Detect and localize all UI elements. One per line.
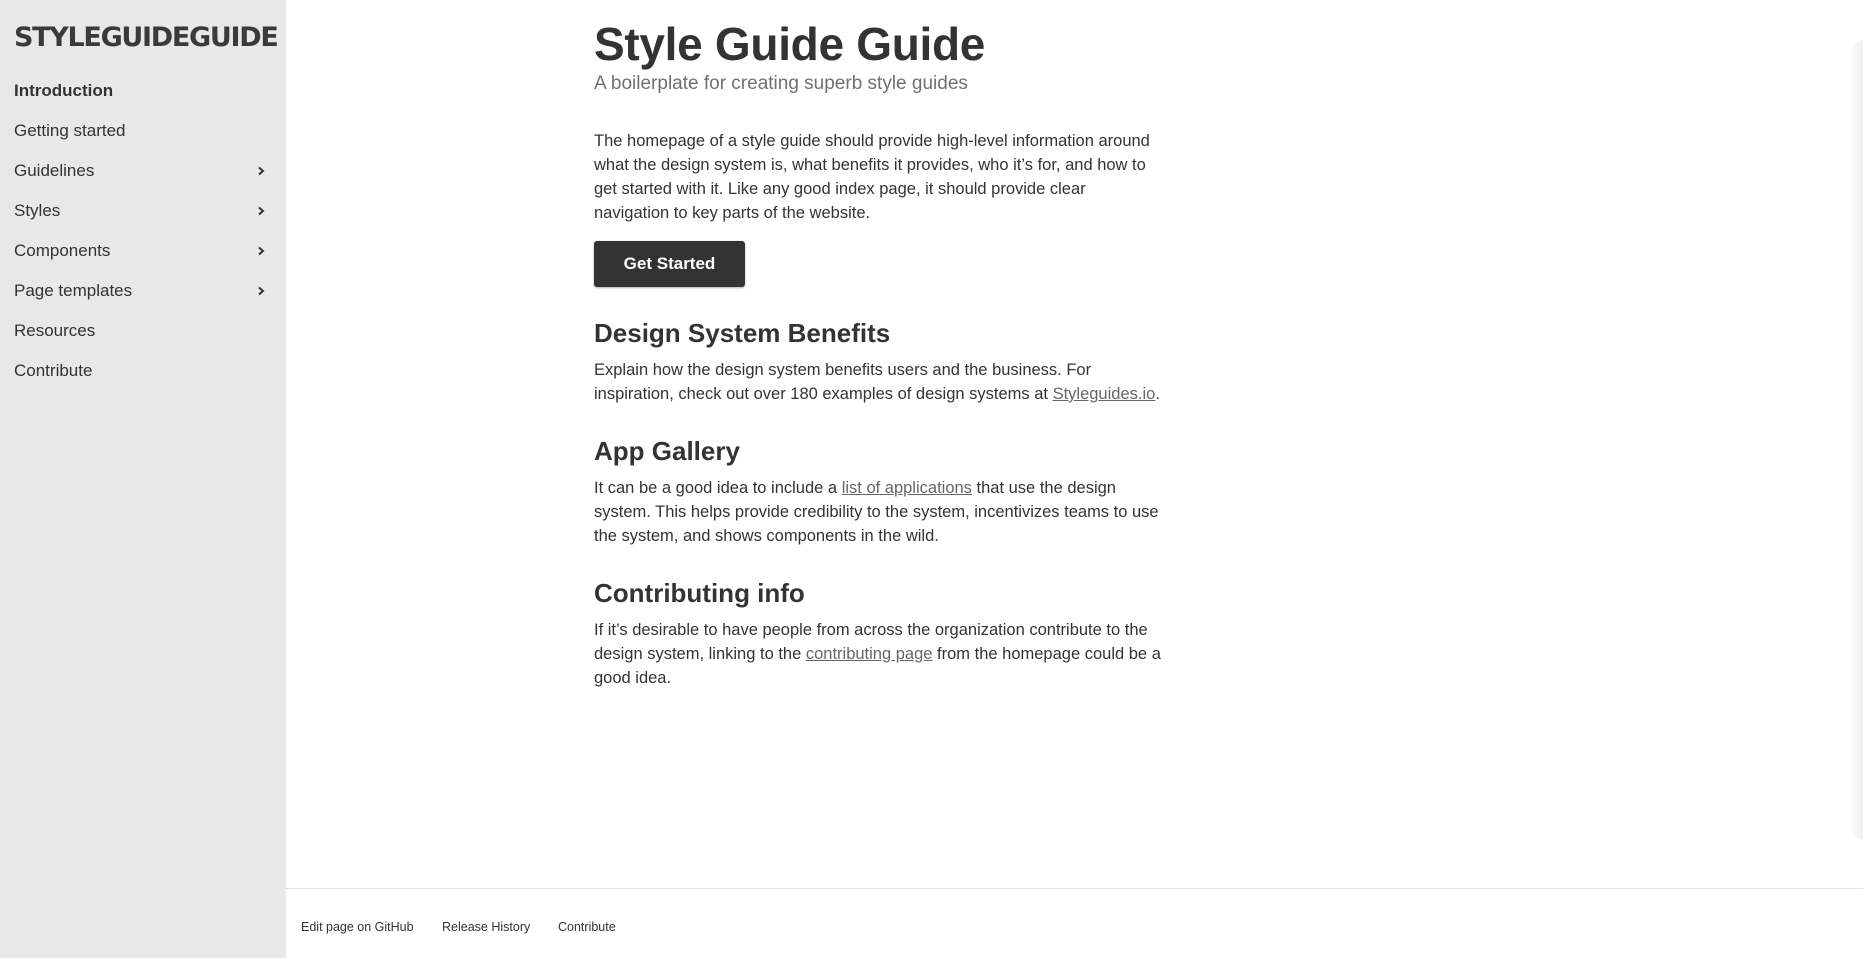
chevron-right-icon[interactable] (256, 286, 266, 296)
sidebar-item-label: Resources (14, 321, 96, 340)
footer-edit-on-github-link[interactable]: Edit page on GitHub (301, 920, 414, 934)
contributing-paragraph: If it’s desirable to have people from ac… (594, 618, 1164, 690)
sidebar-item-page-templates[interactable]: Page templates (0, 271, 286, 311)
footer-release-history-link[interactable]: Release History (442, 920, 530, 934)
app-gallery-heading: App Gallery (594, 436, 740, 466)
gallery-text: It can be a good idea to include a (594, 479, 842, 497)
sidebar-item-getting-started[interactable]: Getting started (0, 111, 286, 151)
app: STYLEGUIDEGUIDE Introduction Getting sta… (0, 0, 1863, 958)
sidebar-item-label: Styles (14, 201, 61, 220)
styleguides-link[interactable]: Styleguides.io (1053, 385, 1156, 403)
sidebar-item-styles[interactable]: Styles (0, 191, 286, 231)
sidebar-item-components[interactable]: Components (0, 231, 286, 271)
footer: Edit page on GitHub Release History Cont… (286, 888, 1863, 958)
chevron-right-icon[interactable] (256, 206, 266, 216)
chevron-right-icon[interactable] (256, 246, 266, 256)
sidebar-item-label: Guidelines (14, 161, 95, 180)
page-subtitle: A boilerplate for creating superb style … (594, 73, 968, 94)
benefits-text: Explain how the design system benefits u… (594, 361, 1092, 403)
sidebar-item-resources[interactable]: Resources (0, 311, 286, 351)
app-gallery-paragraph: It can be a good idea to include a list … (594, 476, 1164, 548)
chevron-right-icon[interactable] (256, 166, 266, 176)
get-started-button[interactable]: Get Started (594, 241, 745, 287)
benefits-paragraph: Explain how the design system benefits u… (594, 358, 1164, 406)
benefits-text-end: . (1155, 385, 1160, 403)
sidebar-item-label: Introduction (14, 81, 114, 100)
contributing-heading: Contributing info (594, 578, 805, 608)
sidebar: STYLEGUIDEGUIDE Introduction Getting sta… (0, 0, 286, 958)
contributing-page-link[interactable]: contributing page (806, 645, 933, 663)
sidebar-nav: Introduction Getting started Guidelines … (0, 71, 286, 391)
sidebar-item-guidelines[interactable]: Guidelines (0, 151, 286, 191)
sidebar-item-label: Page templates (14, 281, 133, 300)
sidebar-item-label: Getting started (14, 121, 126, 140)
intro-paragraph: The homepage of a style guide should pro… (594, 132, 1150, 222)
footer-contribute-link[interactable]: Contribute (558, 920, 616, 934)
list-of-applications-link[interactable]: list of applications (842, 479, 972, 497)
sidebar-item-introduction[interactable]: Introduction (0, 71, 286, 111)
benefits-heading: Design System Benefits (594, 318, 891, 348)
sidebar-item-contribute[interactable]: Contribute (0, 351, 286, 391)
sidebar-item-label: Components (14, 241, 111, 260)
sidebar-item-label: Contribute (14, 361, 93, 380)
page-title: Style Guide Guide (594, 18, 986, 70)
site-logo[interactable]: STYLEGUIDEGUIDE (14, 22, 279, 53)
main-content: Style Guide Guide A boilerplate for crea… (286, 0, 1863, 888)
edge-shadow (1849, 40, 1863, 840)
